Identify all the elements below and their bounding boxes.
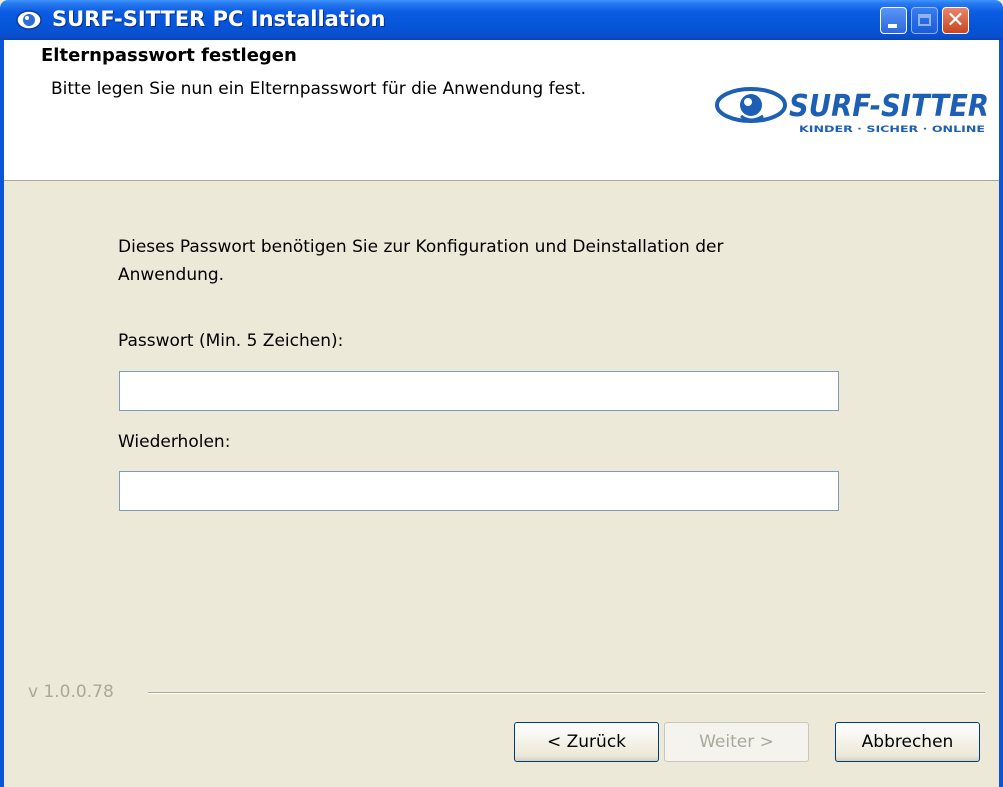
- next-button: Weiter >: [664, 722, 809, 762]
- password-label: Passwort (Min. 5 Zeichen):: [118, 331, 344, 351]
- maximize-button: [911, 7, 938, 34]
- close-button[interactable]: ✕: [942, 7, 969, 34]
- surf-sitter-logo: SURF-SITTER KINDER · SICHER · ONLINE: [715, 87, 989, 135]
- repeat-password-field[interactable]: [119, 471, 839, 511]
- footer-divider: [148, 692, 985, 694]
- minimize-icon: [888, 24, 897, 28]
- close-icon: ✕: [946, 8, 965, 33]
- page-subtitle: Bitte legen Sie nun ein Elternpasswort f…: [51, 79, 586, 99]
- window-title: SURF-SITTER PC Installation: [52, 7, 386, 31]
- back-button[interactable]: < Zurück: [514, 722, 659, 762]
- password-description: Dieses Passwort benötigen Sie zur Konfig…: [118, 237, 724, 285]
- window-border-right: [999, 40, 1003, 787]
- title-bar[interactable]: SURF-SITTER PC Installation ✕: [0, 0, 1003, 40]
- maximize-icon: [918, 14, 931, 26]
- installer-window: SURF-SITTER PC Installation ✕ Elternpass…: [0, 0, 1003, 787]
- page-title: Elternpasswort festlegen: [41, 45, 297, 66]
- svg-text:SURF-SITTER: SURF-SITTER: [789, 89, 989, 124]
- repeat-password-label: Wiederholen:: [118, 432, 231, 452]
- cancel-button[interactable]: Abbrechen: [835, 722, 980, 762]
- svg-text:KINDER · SICHER · ONLINE: KINDER · SICHER · ONLINE: [799, 125, 985, 135]
- surf-sitter-app-icon: [16, 10, 42, 30]
- password-field[interactable]: [119, 371, 839, 411]
- minimize-button[interactable]: [880, 7, 907, 34]
- version-label: v 1.0.0.78: [28, 682, 118, 702]
